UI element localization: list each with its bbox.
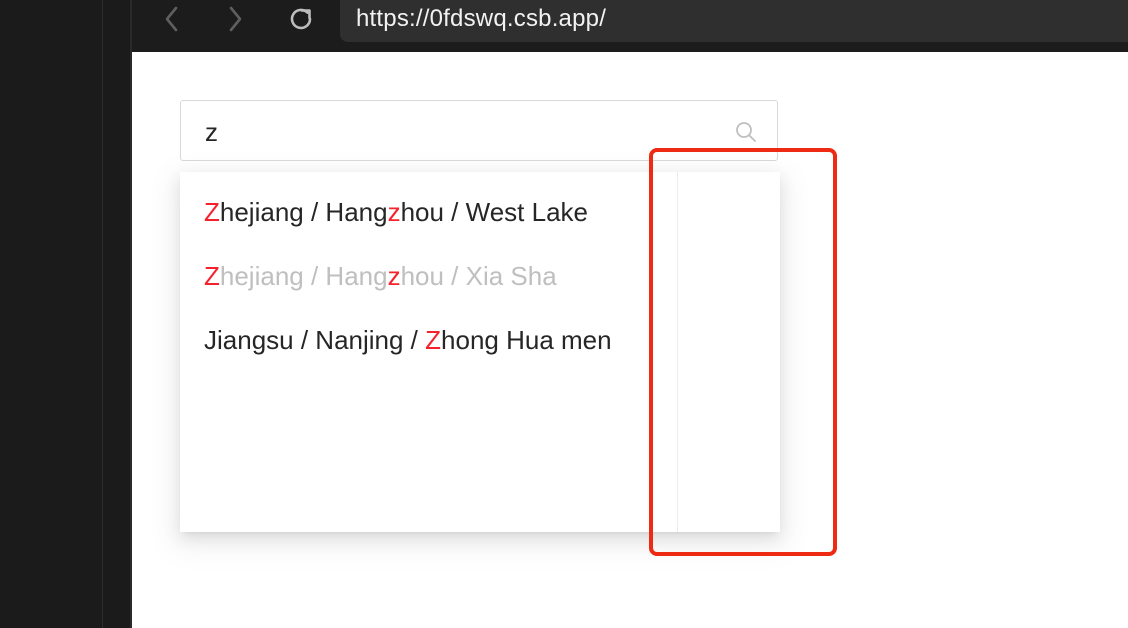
chevron-left-icon [162, 5, 182, 33]
back-button[interactable] [157, 4, 187, 34]
search-input-value[interactable]: z [205, 117, 218, 148]
option-west-lake[interactable]: Zhejiang / Hangzhou / West Lake [204, 192, 588, 232]
chevron-right-icon [225, 5, 245, 33]
cascader-menu: Zhejiang / Hangzhou / West Lake Zhejiang… [180, 172, 678, 532]
empty-menu-column [678, 172, 780, 532]
forward-button[interactable] [220, 4, 250, 34]
cascader-dropdown: Zhejiang / Hangzhou / West Lake Zhejiang… [180, 172, 780, 532]
option-highlight: Z [425, 325, 442, 355]
search-icon [735, 121, 757, 148]
option-highlight: z [387, 261, 401, 291]
option-highlight: z [387, 197, 401, 227]
sidebar-panel [0, 0, 131, 628]
option-highlight: Z [204, 197, 220, 227]
url-text[interactable]: https://0fdswq.csb.app/ [356, 5, 606, 33]
reload-button[interactable] [286, 4, 316, 34]
option-zhong-hua-men[interactable]: Jiangsu / Nanjing / Zhong Hua men [204, 320, 612, 360]
reload-icon [286, 4, 316, 34]
option-xia-sha: Zhejiang / Hangzhou / Xia Sha [204, 261, 557, 291]
address-bar[interactable]: https://0fdswq.csb.app/ [340, 0, 1128, 42]
cascader-search-input[interactable]: z [180, 100, 778, 161]
panel-divider[interactable] [102, 0, 103, 628]
option-highlight: Z [204, 261, 220, 291]
